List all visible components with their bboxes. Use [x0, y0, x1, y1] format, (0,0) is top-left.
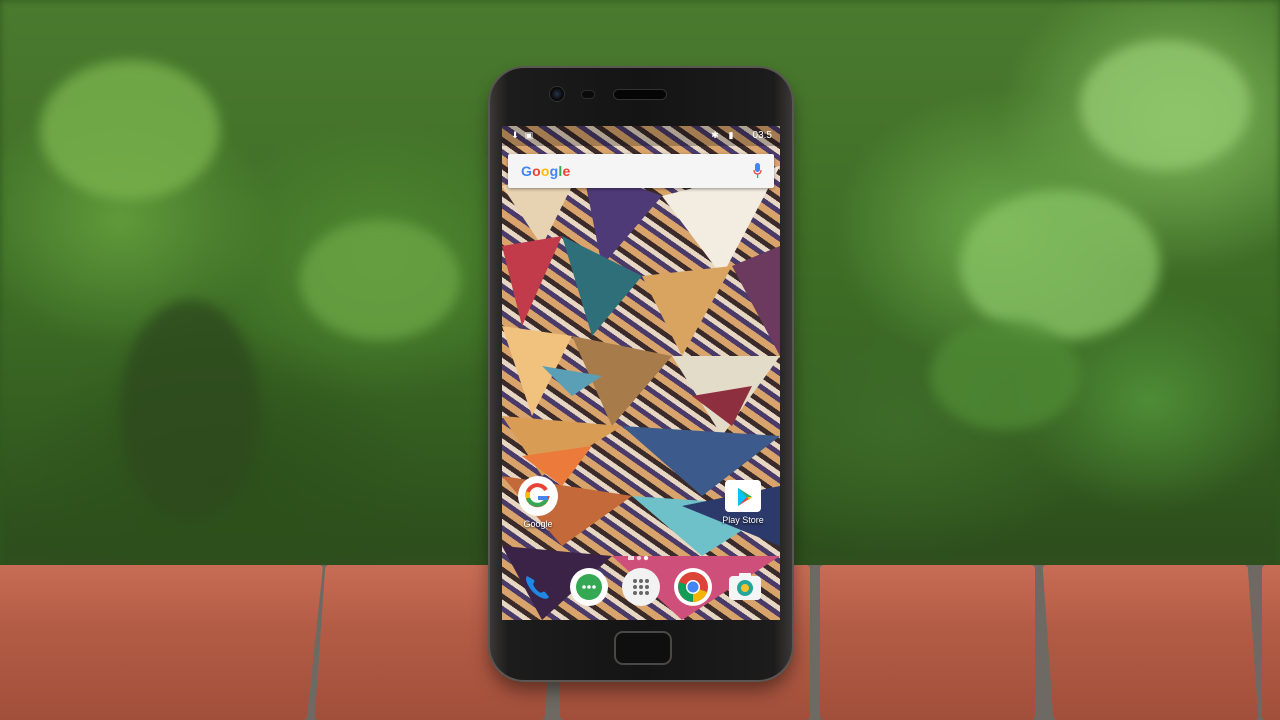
messages-icon[interactable] [570, 568, 608, 606]
background-leaf [1080, 40, 1250, 170]
home-app-play-store[interactable]: Play Store [716, 476, 770, 525]
google-search-widget[interactable]: Google [508, 154, 774, 188]
chrome-icon[interactable] [674, 568, 712, 606]
brick [46, 565, 324, 720]
background-leaf [40, 60, 220, 200]
home-button[interactable] [614, 631, 672, 665]
status-bar: ⬇ ▣ ✱ ▮ 03:5 [502, 126, 780, 146]
phone-screen[interactable]: ⬇ ▣ ✱ ▮ 03:5 Google Google Play Store [502, 126, 780, 620]
earpiece-speaker [614, 90, 666, 99]
app-dock [502, 562, 780, 620]
wallpaper-triangles [502, 166, 780, 620]
brick [1042, 565, 1259, 720]
brick [1262, 565, 1280, 720]
background-leaf [300, 220, 460, 340]
smartphone: ⬇ ▣ ✱ ▮ 03:5 Google Google Play Store [490, 68, 792, 680]
background-leaf [930, 320, 1080, 430]
front-camera-icon [550, 87, 564, 101]
bluetooth-icon: ✱ [711, 130, 719, 140]
google-logo: Google [521, 163, 571, 179]
proximity-sensor [582, 91, 594, 98]
brick [820, 565, 1035, 720]
download-icon: ⬇ [511, 130, 519, 140]
lock-icon: ▣ [524, 130, 534, 140]
page-indicator [628, 548, 656, 561]
background-leaf [960, 190, 1160, 340]
app-label: Google [523, 519, 553, 529]
mic-icon[interactable] [753, 163, 762, 179]
battery-icon: ▮ [728, 130, 734, 140]
home-app-google[interactable]: Google [511, 476, 565, 529]
play-store-icon [725, 480, 761, 512]
app-drawer-icon[interactable] [622, 568, 660, 606]
phone-icon[interactable] [518, 568, 556, 606]
camera-icon[interactable] [726, 568, 764, 606]
status-time: 03:5 [752, 130, 772, 141]
app-label: Play Store [722, 515, 764, 525]
geometric-wallpaper [502, 126, 780, 620]
background-leaf [120, 300, 260, 520]
google-app-icon [518, 476, 558, 516]
